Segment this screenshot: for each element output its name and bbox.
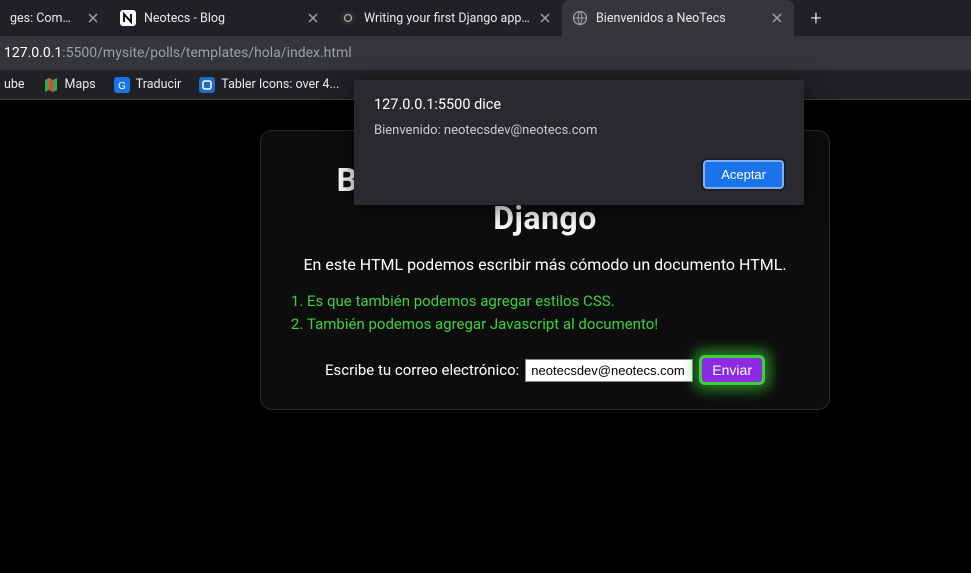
alert-body: Bienvenido: neotecsdev@neotecs.com bbox=[374, 123, 784, 138]
list-item: Es que también podemos agregar estilos C… bbox=[307, 290, 805, 313]
tab-title: Neotecs - Blog bbox=[144, 11, 225, 26]
browser-tab-strip: ges: Compete Neotecs - Blog Writing your… bbox=[0, 0, 971, 36]
lead-text: En este HTML podemos escribir más cómodo… bbox=[285, 255, 805, 274]
js-alert-dialog: 127.0.0.1:5500 dice Bienvenido: neotecsd… bbox=[354, 80, 804, 205]
bookmark-label: Maps bbox=[65, 77, 96, 92]
email-form: Escribe tu correo electrónico: Enviar bbox=[285, 355, 805, 385]
email-label: Escribe tu correo electrónico: bbox=[325, 361, 519, 379]
django-icon bbox=[340, 10, 356, 26]
maps-icon bbox=[43, 77, 59, 93]
close-icon[interactable] bbox=[306, 11, 320, 25]
browser-tab-active[interactable]: Bienvenidos a NeoTecs bbox=[562, 0, 794, 36]
close-icon[interactable] bbox=[770, 11, 784, 25]
browser-tab[interactable]: Writing your first Django app, p bbox=[330, 0, 562, 36]
address-bar[interactable]: 127.0.0.1:5500/mysite/polls/templates/ho… bbox=[0, 36, 971, 70]
tabler-icon bbox=[199, 77, 215, 93]
new-tab-button[interactable]: + bbox=[802, 4, 830, 32]
bookmark-label: ube bbox=[4, 77, 25, 92]
alert-accept-button[interactable]: Aceptar bbox=[703, 160, 784, 189]
tab-title: ges: Compete bbox=[10, 11, 76, 26]
tab-title: Bienvenidos a NeoTecs bbox=[596, 11, 726, 26]
alert-title: 127.0.0.1:5500 dice bbox=[374, 96, 784, 113]
close-icon[interactable] bbox=[86, 11, 100, 25]
tab-title: Writing your first Django app, p bbox=[364, 11, 530, 26]
send-button[interactable]: Enviar bbox=[699, 355, 765, 385]
list-item: También podemos agregar Javascript al do… bbox=[307, 313, 805, 336]
globe-icon bbox=[572, 10, 588, 26]
close-icon[interactable] bbox=[538, 11, 552, 25]
svg-text:G: G bbox=[118, 81, 126, 92]
bookmark-item[interactable]: Tabler Icons: over 4... bbox=[199, 77, 339, 93]
email-field[interactable] bbox=[525, 359, 693, 382]
bookmark-item[interactable]: G Traducir bbox=[114, 77, 182, 93]
notion-icon bbox=[120, 10, 136, 26]
bookmark-item[interactable]: ube bbox=[4, 77, 25, 92]
url-text: 127.0.0.1:5500/mysite/polls/templates/ho… bbox=[4, 45, 352, 61]
feature-list: Es que también podemos agregar estilos C… bbox=[307, 290, 805, 335]
bookmark-label: Traducir bbox=[136, 77, 182, 92]
bookmark-label: Tabler Icons: over 4... bbox=[221, 77, 339, 92]
bookmark-item[interactable]: Maps bbox=[43, 77, 96, 93]
browser-tab[interactable]: Neotecs - Blog bbox=[110, 0, 330, 36]
translate-icon: G bbox=[114, 77, 130, 93]
browser-tab[interactable]: ges: Compete bbox=[0, 0, 110, 36]
